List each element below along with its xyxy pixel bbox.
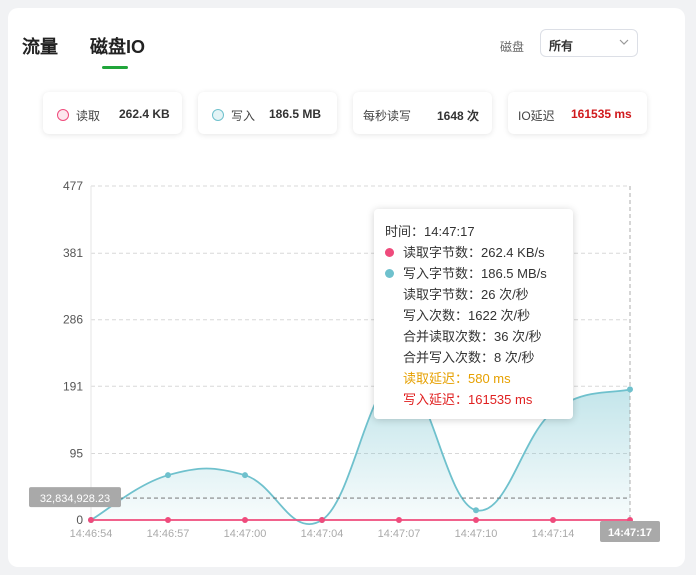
disk-io-chart[interactable]: 0 95 191 286 381 477 14:46:54 14:46:57 14:47:00 1… xyxy=(0,0,696,575)
y-tick-label: 286 xyxy=(63,313,83,327)
tooltip-merge-read: 合并读取次数：36 次/秒 xyxy=(403,329,542,344)
crosshair-x-label: 14:47:17 xyxy=(608,527,652,539)
tooltip-write-latency: 写入延迟：161535 ms xyxy=(403,392,533,407)
read-data-point xyxy=(473,517,479,523)
tooltip-merge-write: 合并写入次数：8 次/秒 xyxy=(403,350,535,365)
tooltip-write-bytes-text: 写入字节数：186.5 MB/s xyxy=(403,266,547,281)
read-data-point xyxy=(165,517,171,523)
read-data-point xyxy=(396,517,402,523)
y-tick-label: 95 xyxy=(70,446,84,460)
write-data-point xyxy=(473,507,479,514)
y-tick-label: 191 xyxy=(63,379,83,393)
read-data-point xyxy=(319,517,325,523)
read-data-point xyxy=(242,517,248,523)
tooltip-read-bytes-text: 读取字节数：262.4 KB/s xyxy=(403,245,545,260)
x-tick-label: 14:47:04 xyxy=(301,528,344,540)
tooltip-write-count: 写入次数：1622 次/秒 xyxy=(403,308,531,323)
tooltip-read-count: 读取字节数：26 次/秒 xyxy=(403,287,529,302)
x-tick-label: 14:46:57 xyxy=(147,528,190,540)
y-tick-label: 381 xyxy=(63,246,83,260)
write-data-point xyxy=(242,472,248,479)
y-tick-label: 477 xyxy=(63,179,83,193)
write-data-point xyxy=(627,386,633,393)
write-data-point xyxy=(165,472,171,479)
write-marker-icon xyxy=(385,269,394,278)
tooltip-time: 时间：14:47:17 xyxy=(385,224,475,239)
x-tick-label: 14:47:10 xyxy=(455,528,498,540)
x-tick-label: 14:47:07 xyxy=(378,528,421,540)
x-tick-label: 14:46:54 xyxy=(70,528,113,540)
crosshair-y-label: 32,834,928.23 xyxy=(40,493,110,505)
read-data-point xyxy=(88,517,94,523)
tooltip-read-latency: 读取延迟：580 ms xyxy=(403,371,511,386)
read-data-point xyxy=(550,517,556,523)
tooltip-write-bytes: 写入字节数：186.5 MB/s xyxy=(385,263,573,284)
read-marker-icon xyxy=(385,248,394,257)
y-tick-label: 0 xyxy=(76,513,83,527)
chart-tooltip: 时间：14:47:17 读取字节数：262.4 KB/s 写入字节数：186.5… xyxy=(374,209,573,419)
tooltip-read-bytes: 读取字节数：262.4 KB/s xyxy=(385,242,573,263)
x-tick-label: 14:47:14 xyxy=(532,528,575,540)
x-tick-label: 14:47:00 xyxy=(224,528,267,540)
